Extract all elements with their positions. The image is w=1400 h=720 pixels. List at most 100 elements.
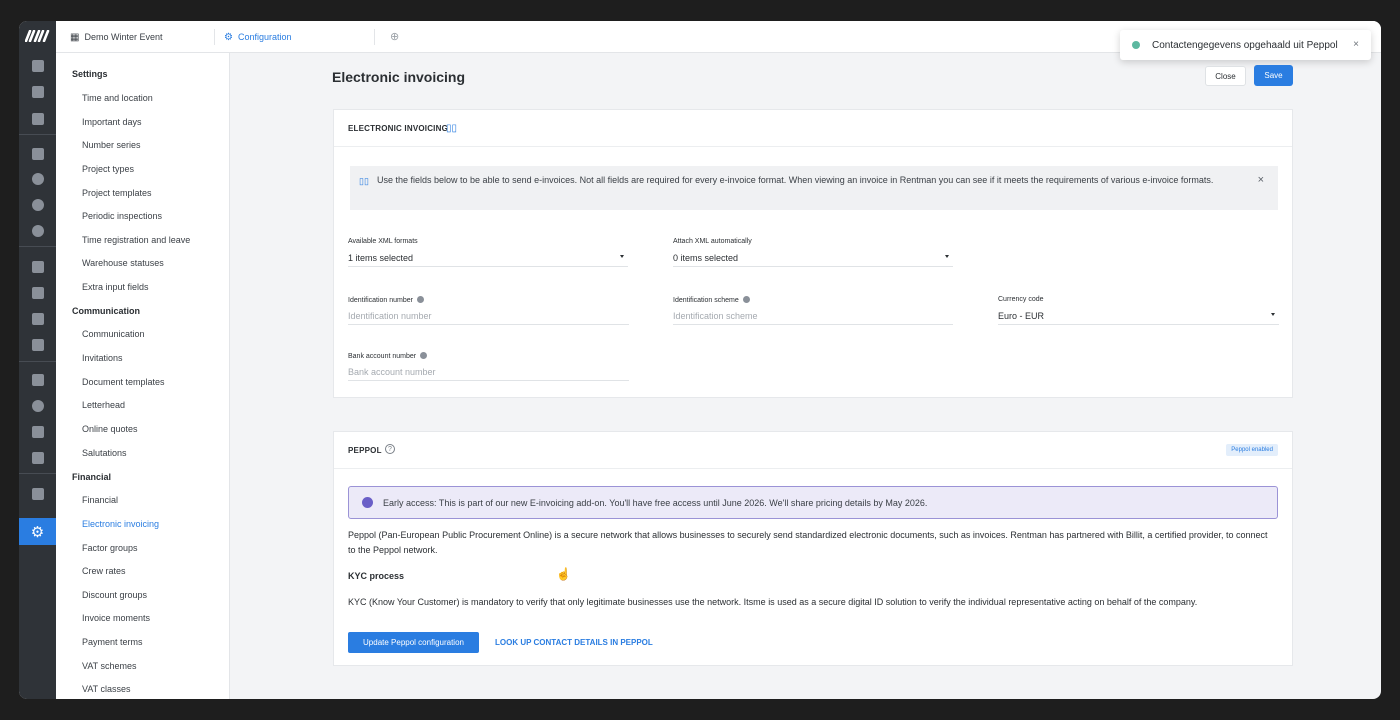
shapes-icon[interactable]: [19, 255, 56, 279]
truck-icon[interactable]: [19, 333, 56, 357]
select-value: 0 items selected: [673, 252, 739, 263]
help-icon[interactable]: [742, 296, 750, 303]
caret-down-icon: [620, 255, 624, 258]
sidebar-item[interactable]: Letterhead: [82, 400, 125, 410]
chat-icon[interactable]: [19, 482, 56, 506]
sidebar-item[interactable]: Time registration and leave: [82, 235, 190, 245]
main-content: Electronic invoicing Close Save ELECTRON…: [230, 53, 1381, 699]
electronic-invoicing-panel: ELECTRONIC INVOICING ▯▯ ▯▯ Use the field…: [333, 109, 1293, 398]
field-label-text: Identification number: [348, 297, 413, 304]
sidebar-item[interactable]: VAT classes: [82, 684, 131, 694]
sidebar-item[interactable]: Invoice moments: [82, 613, 150, 623]
report-icon[interactable]: [19, 446, 56, 470]
help-icon[interactable]: [420, 352, 428, 359]
sidebar-item[interactable]: Crew rates: [82, 566, 126, 576]
field-label: Attach XML automatically: [673, 238, 752, 245]
sidebar-item[interactable]: Payment terms: [82, 637, 143, 647]
sidebar-item[interactable]: Number series: [82, 140, 141, 150]
select-value: Euro - EUR: [998, 310, 1045, 321]
bank-account-input[interactable]: Bank account number: [348, 363, 629, 381]
tab-configuration[interactable]: ⚙ Configuration: [224, 21, 292, 53]
tab-label: Demo Winter Event: [84, 32, 163, 42]
early-access-text: Early access: This is part of our new E-…: [383, 497, 928, 508]
id-card-icon[interactable]: [19, 281, 56, 305]
wrench-icon[interactable]: [19, 420, 56, 444]
save-button[interactable]: Save: [1254, 65, 1293, 86]
configuration-rail-button[interactable]: ⚙: [19, 518, 56, 545]
identification-scheme-input[interactable]: Identification scheme: [673, 307, 953, 325]
currency-select[interactable]: Euro - EUR: [998, 307, 1279, 325]
calendar-grid-icon: ▦: [70, 31, 80, 43]
kyc-header: KYC process: [348, 571, 405, 581]
question-icon[interactable]: ?: [385, 444, 395, 454]
identification-number-input[interactable]: Identification number: [348, 307, 629, 325]
xml-formats-select[interactable]: 1 items selected: [348, 249, 628, 267]
icon-rail: ⚙: [19, 21, 56, 699]
settings-sidebar: Settings Time and location Important day…: [56, 53, 230, 699]
sidebar-item[interactable]: Project templates: [82, 188, 152, 198]
hand-cursor-icon: ☝: [556, 567, 571, 581]
sidebar-item[interactable]: Factor groups: [82, 543, 138, 553]
calendar-icon[interactable]: [19, 80, 56, 104]
field-label-text: Bank account number: [348, 353, 417, 360]
peppol-panel: PEPPOL ? Peppol enabled Early access: Th…: [333, 431, 1293, 666]
peppol-description: Peppol (Pan-European Public Procurement …: [348, 530, 1268, 555]
caret-down-icon: [945, 255, 949, 258]
sidebar-item-electronic-invoicing[interactable]: Electronic invoicing: [82, 519, 159, 529]
page-title: Electronic invoicing: [332, 69, 466, 85]
panel-header: ELECTRONIC INVOICING: [348, 124, 449, 133]
sidebar-item[interactable]: Periodic inspections: [82, 211, 162, 221]
sidebar-item[interactable]: Warehouse statuses: [82, 258, 164, 268]
sidebar-item[interactable]: Extra input fields: [82, 282, 149, 292]
status-dot-icon: [1132, 41, 1140, 49]
close-icon[interactable]: ×: [1258, 173, 1264, 188]
tab-label: Configuration: [237, 32, 292, 42]
dashboard-icon[interactable]: [19, 54, 56, 78]
clock-icon[interactable]: [19, 394, 56, 418]
sidebar-item[interactable]: Online quotes: [82, 424, 138, 434]
dollar-icon[interactable]: [19, 219, 56, 243]
rentman-logo: [25, 30, 50, 42]
close-icon[interactable]: ×: [1353, 39, 1359, 50]
field-label: Bank account number: [348, 352, 428, 360]
close-button[interactable]: Close: [1205, 66, 1246, 86]
warehouse-icon[interactable]: [19, 107, 56, 131]
help-icon[interactable]: [416, 296, 424, 303]
tab-demo-winter-event[interactable]: ▦ Demo Winter Event: [70, 21, 162, 53]
compass-icon[interactable]: [19, 193, 56, 217]
sidebar-item[interactable]: Document templates: [82, 377, 165, 387]
update-peppol-button[interactable]: Update Peppol configuration: [348, 632, 479, 653]
select-value: 1 items selected: [348, 252, 414, 263]
checklist-icon[interactable]: [19, 368, 56, 392]
sidebar-item[interactable]: Communication: [82, 329, 145, 339]
sidebar-item[interactable]: Salutations: [82, 448, 127, 458]
field-label: Identification number: [348, 296, 424, 304]
field-label-text: Identification scheme: [673, 297, 739, 304]
sidebar-header: Settings: [72, 69, 108, 79]
plus-circle-icon[interactable]: ⊕: [390, 30, 399, 43]
sidebar-item[interactable]: Discount groups: [82, 590, 147, 600]
book-icon[interactable]: ▯▯: [446, 123, 457, 134]
attach-xml-select[interactable]: 0 items selected: [673, 249, 953, 267]
sidebar-header: Financial: [72, 472, 112, 482]
lookup-contact-details-button[interactable]: LOOK UP CONTACT DETAILS IN PEPPOL: [495, 632, 653, 653]
info-text: Use the fields below to be able to send …: [377, 175, 1214, 185]
sidebar-item[interactable]: Time and location: [82, 93, 153, 103]
sidebar-item[interactable]: Important days: [82, 117, 142, 127]
sidebar-item[interactable]: Invitations: [82, 353, 123, 363]
early-access-banner: Early access: This is part of our new E-…: [348, 486, 1278, 519]
table-icon[interactable]: [19, 142, 56, 166]
gear-icon: ⚙: [30, 523, 45, 541]
contacts-icon[interactable]: [19, 167, 56, 191]
crew-icon[interactable]: [19, 307, 56, 331]
status-badge: Peppol enabled: [1226, 444, 1278, 456]
sidebar-header: Communication: [72, 306, 141, 316]
field-label: Available XML formats: [348, 238, 418, 245]
kyc-text: KYC (Know Your Customer) is mandatory to…: [348, 597, 1198, 607]
gear-icon: ⚙: [224, 31, 233, 43]
sidebar-item[interactable]: Financial: [82, 495, 118, 505]
sidebar-item[interactable]: VAT schemes: [82, 661, 137, 671]
book-icon: ▯▯: [359, 176, 369, 186]
app-window: ⚙ ▦ Demo Winter Event ⚙ Configuration ⊕ …: [19, 21, 1381, 699]
sidebar-item[interactable]: Project types: [82, 164, 134, 174]
